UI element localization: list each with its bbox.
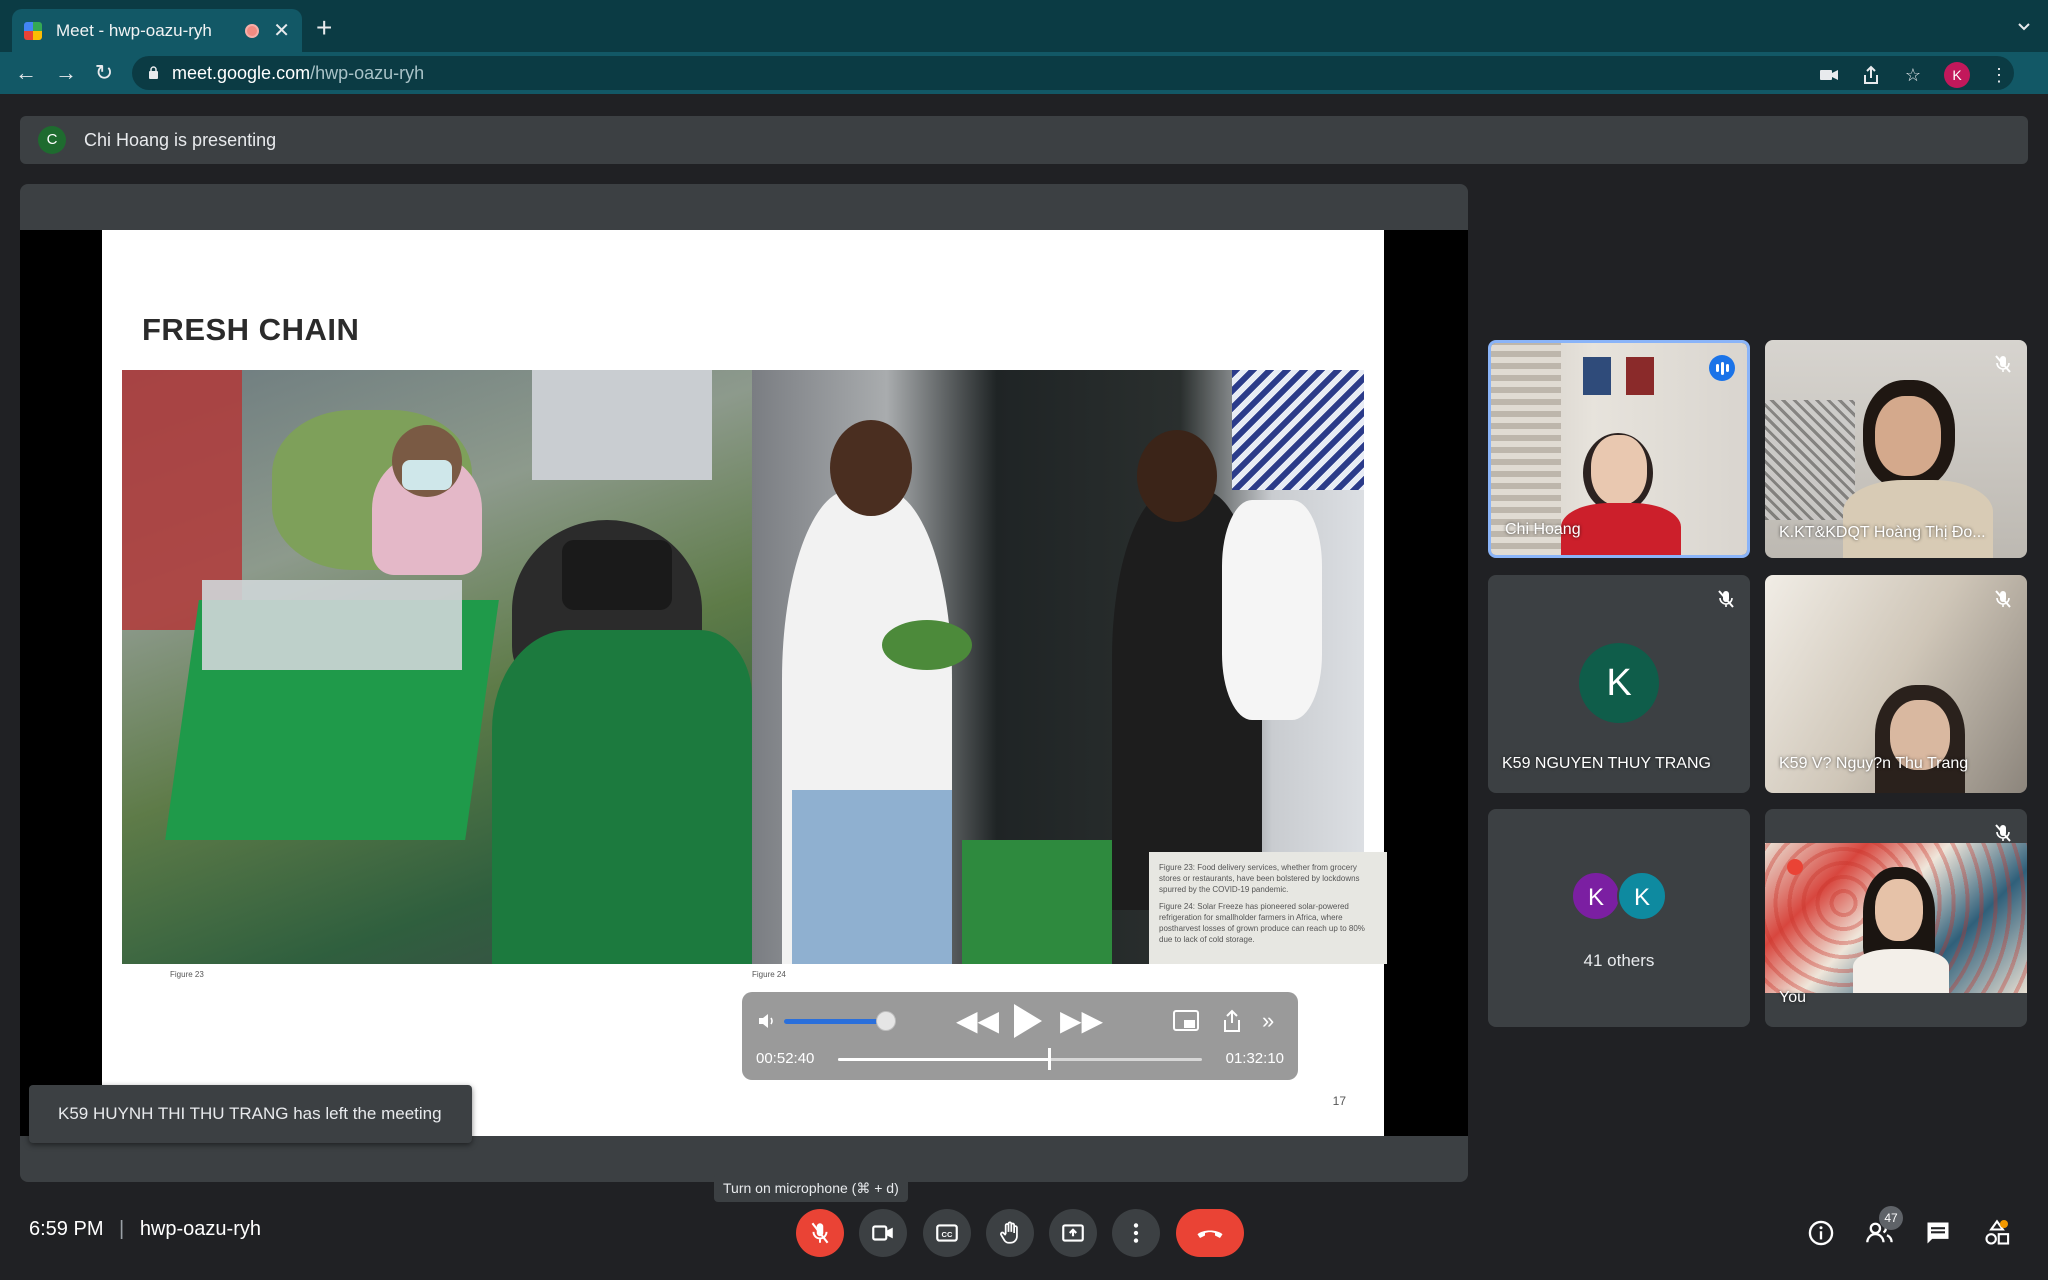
lock-icon — [149, 66, 158, 79]
browser-menu-icon[interactable]: ⋮ — [1990, 64, 2008, 86]
mic-off-icon — [1995, 355, 2011, 373]
presenter-avatar: C — [38, 126, 66, 154]
fast-forward-icon[interactable]: ▶▶ — [1060, 1006, 1103, 1036]
video-camera-icon — [872, 1225, 893, 1241]
present-now-button[interactable] — [1049, 1209, 1097, 1257]
close-tab-icon[interactable]: ✕ — [273, 21, 290, 41]
speaking-indicator-icon — [1709, 355, 1735, 381]
present-screen-icon — [1062, 1224, 1084, 1242]
closed-captions-icon: CC — [936, 1224, 958, 1242]
presenting-banner: C Chi Hoang is presenting — [20, 116, 2028, 164]
participant-avatar: K — [1617, 871, 1667, 921]
tab-title: Meet - hwp-oazu-ryh — [56, 20, 212, 40]
participant-name: K59 V? Nguy?n Thu Trang — [1779, 755, 1969, 772]
browser-tab-bar: Meet - hwp-oazu-ryh ✕ + — [0, 0, 2048, 52]
notification-dot — [2000, 1220, 2008, 1228]
participant-count-badge: 47 — [1879, 1206, 1903, 1230]
clock-time: 6:59 PM — [29, 1218, 104, 1240]
meeting-details-button[interactable] — [1806, 1218, 1836, 1248]
mic-off-icon — [811, 1222, 829, 1244]
media-controls: ◀◀ ▶▶ » 00:52:40 01:32:10 — [742, 992, 1298, 1080]
figure-24-label: Figure 24 — [752, 970, 786, 979]
participant-tile-hoang-thi-do[interactable]: K.KT&KDQT Hoàng Thị Đo... — [1765, 340, 2027, 558]
more-controls-chevron-icon[interactable]: » — [1262, 1008, 1274, 1034]
participant-tile-you[interactable]: You — [1765, 809, 2027, 1027]
raise-hand-button[interactable] — [986, 1209, 1034, 1257]
new-tab-icon[interactable]: + — [316, 14, 332, 42]
browser-tab[interactable]: Meet - hwp-oazu-ryh ✕ — [12, 9, 302, 52]
hang-up-icon — [1197, 1230, 1223, 1238]
progress-scrubber[interactable] — [1048, 1048, 1051, 1070]
meet-favicon-icon — [24, 21, 42, 40]
mic-tooltip: Turn on microphone (⌘ + d) — [714, 1174, 908, 1202]
rewind-icon[interactable]: ◀◀ — [956, 1006, 999, 1036]
current-time: 00:52:40 — [756, 1050, 815, 1067]
activities-button[interactable] — [1982, 1218, 2012, 1248]
profile-avatar[interactable]: K — [1944, 62, 1970, 88]
play-icon[interactable] — [1010, 1002, 1044, 1040]
bookmark-star-icon[interactable]: ☆ — [1902, 64, 1924, 86]
camera-blocked-icon[interactable] — [1818, 64, 1840, 86]
participant-tile-others[interactable]: K K 41 others — [1488, 809, 1750, 1027]
raise-hand-icon — [1000, 1221, 1018, 1244]
forward-arrow-icon[interactable]: → — [54, 61, 78, 85]
camera-toggle-button[interactable] — [859, 1209, 907, 1257]
participant-avatar: K — [1579, 643, 1659, 723]
volume-icon[interactable] — [756, 1010, 778, 1032]
figure-caption-box: Figure 23: Food delivery services, wheth… — [1149, 852, 1387, 964]
mic-off-icon — [1718, 590, 1734, 608]
progress-fill — [838, 1058, 1049, 1061]
reload-icon[interactable]: ↻ — [92, 61, 116, 85]
meeting-code: hwp-oazu-ryh — [139, 1218, 261, 1240]
url-text: meet.google.com/hwp-oazu-ryh — [172, 63, 425, 83]
caption-figure-23: Figure 23: Food delivery services, wheth… — [1159, 863, 1360, 894]
participant-tile-nguyen-thuy-trang[interactable]: K K59 NGUYEN THUY TRANG — [1488, 575, 1750, 793]
captions-button[interactable]: CC — [923, 1209, 971, 1257]
participant-tile-chi-hoang[interactable]: Chi Hoang — [1488, 340, 1750, 558]
left-meeting-toast: K59 HUYNH THI THU TRANG has left the mee… — [29, 1085, 472, 1143]
more-options-button[interactable] — [1112, 1209, 1160, 1257]
volume-slider-fill[interactable] — [784, 1019, 886, 1024]
svg-text:CC: CC — [942, 1230, 953, 1239]
info-icon — [1808, 1220, 1834, 1246]
microphone-toggle-button[interactable] — [796, 1209, 844, 1257]
separator: | — [119, 1218, 125, 1240]
leave-call-button[interactable] — [1176, 1209, 1244, 1257]
participant-tile-thu-trang[interactable]: K59 V? Nguy?n Thu Trang — [1765, 575, 2027, 793]
picture-in-picture-icon[interactable] — [1172, 1008, 1200, 1034]
others-count-label: 41 others — [1583, 951, 1655, 970]
media-share-icon[interactable] — [1220, 1008, 1244, 1034]
slide-page-number: 17 — [1332, 1094, 1346, 1108]
chat-icon — [1927, 1222, 1949, 1244]
tab-search-chevron-icon[interactable] — [2016, 18, 2032, 34]
participant-name: K.KT&KDQT Hoàng Thị Đo... — [1779, 524, 1986, 541]
browser-toolbar: ← → ↻ meet.google.com/hwp-oazu-ryh ☆ K ⋮ — [0, 52, 2048, 94]
presenting-text: Chi Hoang is presenting — [84, 129, 277, 150]
progress-track[interactable] — [838, 1048, 1202, 1070]
participant-name: You — [1779, 989, 1806, 1006]
share-icon[interactable] — [1860, 64, 1882, 86]
address-bar[interactable]: meet.google.com/hwp-oazu-ryh ☆ K ⋮ — [132, 56, 2014, 90]
more-vert-icon — [1133, 1223, 1139, 1243]
slide-title: FRESH CHAIN — [142, 312, 360, 347]
delivery-riders-photo — [122, 370, 752, 964]
caption-figure-24: Figure 24: Solar Freeze has pioneered so… — [1159, 902, 1365, 944]
figure-23-label: Figure 23 — [170, 970, 204, 979]
meeting-info-text: 6:59 PM | hwp-oazu-ryh — [29, 1218, 261, 1241]
participant-name: Chi Hoang — [1505, 521, 1581, 538]
total-time: 01:32:10 — [1225, 1050, 1284, 1067]
volume-slider-knob[interactable] — [876, 1011, 896, 1031]
mic-off-icon — [1995, 590, 2011, 608]
chat-button[interactable] — [1923, 1218, 1953, 1248]
back-arrow-icon[interactable]: ← — [14, 61, 38, 85]
people-button[interactable]: 47 — [1865, 1206, 1903, 1248]
participant-name: K59 NGUYEN THUY TRANG — [1502, 755, 1711, 772]
recording-indicator-icon — [245, 23, 260, 38]
mic-off-icon — [1995, 824, 2011, 842]
participant-avatar: K — [1571, 871, 1621, 921]
